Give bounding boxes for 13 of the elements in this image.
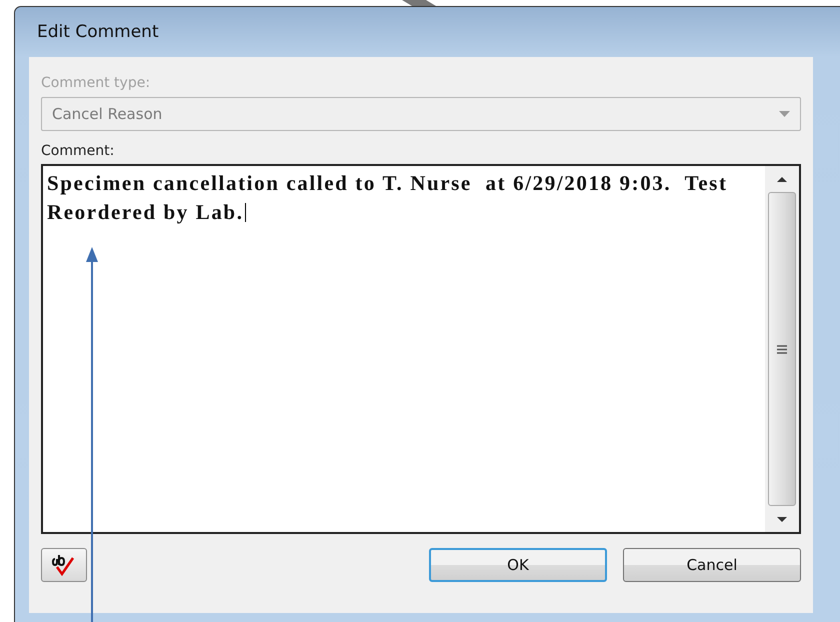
dropdown-caret-icon [779,111,790,117]
cancel-button[interactable]: Cancel [623,548,801,582]
spell-check-button[interactable] [41,548,87,582]
comment-label: Comment: [41,143,114,159]
comment-type-label: Comment type: [41,75,150,91]
comment-text: Specimen cancellation called to T. Nurse at 6/29/2018 9:03. Test Reordered by Lab. [46,170,729,226]
grip-icon [776,344,788,354]
spell-check-icon [51,553,77,577]
window-title: Edit Comment [36,21,160,44]
comment-field[interactable]: Specimen cancellation called to T. Nurse at 6/29/2018 9:03. Test Reordered by Lab. [41,164,801,534]
scrollbar[interactable] [765,166,799,532]
pointer-shape-drawing [402,0,436,6]
ok-button[interactable]: OK [429,548,607,582]
